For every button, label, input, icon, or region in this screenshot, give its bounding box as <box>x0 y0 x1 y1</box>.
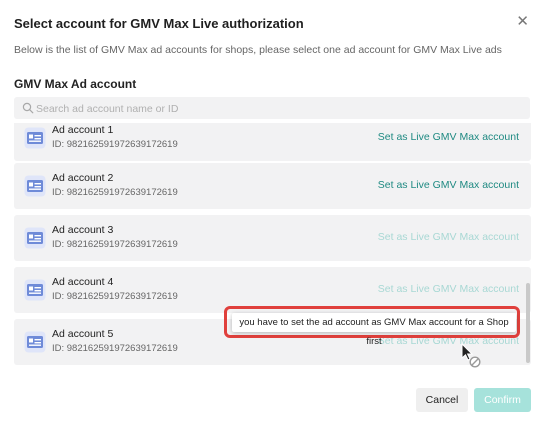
search-input[interactable] <box>34 97 518 121</box>
set-live-account-link[interactable]: Set as Live GMV Max account <box>378 131 519 143</box>
account-id: ID: 982162591972639172619 <box>52 187 178 198</box>
ad-account-card-icon <box>24 175 46 197</box>
account-name: Ad account 5 <box>52 328 114 340</box>
account-name: Ad account 1 <box>52 124 114 136</box>
ad-account-card-icon <box>24 331 46 353</box>
search-icon <box>22 102 34 114</box>
account-row-2[interactable]: Ad account 2 ID: 982162591972639172619 S… <box>14 163 531 209</box>
confirm-button[interactable]: Confirm <box>474 388 531 412</box>
account-id: ID: 982162591972639172619 <box>52 139 178 150</box>
not-allowed-cursor-icon <box>461 343 481 368</box>
set-live-account-link-disabled[interactable]: Set as Live GMV Max account <box>378 231 519 243</box>
section-title: GMV Max Ad account <box>14 77 137 91</box>
ad-account-card-icon <box>24 279 46 301</box>
disabled-reason-tooltip: you have to set the ad account as GMV Ma… <box>232 313 516 347</box>
search-box <box>14 97 530 121</box>
set-live-account-link-disabled[interactable]: Set as Live GMV Max account <box>378 283 519 295</box>
close-icon[interactable]: ✕ <box>516 13 529 31</box>
dialog-subtitle: Below is the list of GMV Max ad accounts… <box>14 44 502 56</box>
account-row-3[interactable]: Ad account 3 ID: 982162591972639172619 S… <box>14 215 531 261</box>
account-id: ID: 982162591972639172619 <box>52 291 178 302</box>
account-row-1[interactable]: Ad account 1 ID: 982162591972639172619 S… <box>14 123 531 161</box>
dialog-title: Select account for GMV Max Live authoriz… <box>14 16 304 31</box>
ad-account-card-icon <box>24 127 46 149</box>
cancel-button[interactable]: Cancel <box>416 388 468 412</box>
list-scrollbar[interactable] <box>526 283 530 363</box>
account-name: Ad account 4 <box>52 276 114 288</box>
set-live-account-link[interactable]: Set as Live GMV Max account <box>378 179 519 191</box>
account-id: ID: 982162591972639172619 <box>52 239 178 250</box>
account-name: Ad account 3 <box>52 224 114 236</box>
authorization-dialog: Select account for GMV Max Live authoriz… <box>0 0 547 426</box>
ad-account-card-icon <box>24 227 46 249</box>
account-name: Ad account 2 <box>52 172 114 184</box>
account-id: ID: 982162591972639172619 <box>52 343 178 354</box>
